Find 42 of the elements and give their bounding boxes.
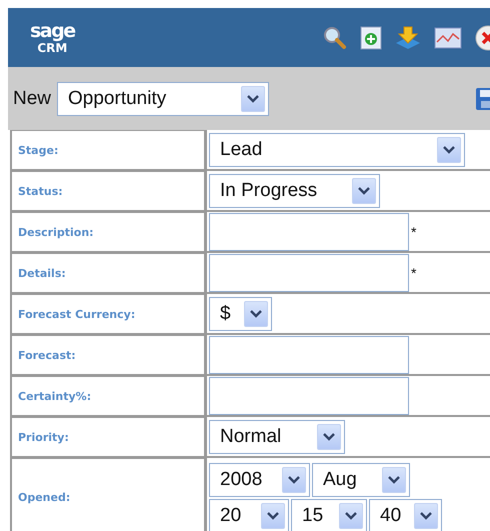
dropdown[interactable]: Lead [209, 132, 465, 166]
text-field[interactable] [209, 212, 409, 250]
chevron-icon [388, 476, 400, 484]
chevron-icon [250, 310, 262, 318]
chevron-icon [420, 512, 432, 520]
dropdown[interactable]: $ [209, 296, 272, 330]
field-label: Stage: [12, 130, 207, 169]
field-label: Details: [12, 253, 207, 292]
download-icon[interactable] [394, 24, 422, 50]
dropdown[interactable]: 40 [369, 499, 442, 531]
field-label: Forecast Currency: [12, 294, 207, 333]
dropdown[interactable]: In Progress [209, 174, 380, 208]
chart-icon[interactable] [434, 26, 462, 48]
field-label: Certainty%: [12, 376, 207, 415]
field-label: Forecast: [12, 335, 207, 374]
chevron-icon [323, 432, 335, 440]
dropdown[interactable]: Normal [209, 420, 345, 454]
dropdown[interactable]: Aug [312, 463, 410, 497]
new-label: New [13, 88, 52, 110]
field-label: Opened: [12, 458, 207, 531]
text-field[interactable] [209, 376, 409, 414]
dropdown[interactable]: 20 [209, 499, 289, 531]
dropdown[interactable]: 15 [291, 499, 367, 531]
text-field[interactable] [209, 254, 409, 292]
chevron-icon [288, 476, 300, 484]
chevron-icon [358, 186, 370, 194]
required-mark: * [411, 264, 416, 280]
chevron-icon [267, 512, 279, 520]
chevron-icon [345, 512, 357, 520]
logo: sage CRM [30, 22, 75, 54]
field-label: Description: [12, 212, 207, 251]
field-label: Status: [12, 171, 207, 210]
save-icon[interactable] [476, 88, 490, 110]
add-page-icon[interactable] [360, 26, 382, 50]
field-label: Priority: [12, 417, 207, 456]
text-field[interactable] [209, 336, 409, 374]
required-mark: * [411, 224, 416, 240]
dropdown[interactable]: 2008 [209, 463, 310, 497]
chevron-icon [247, 94, 260, 102]
search-icon[interactable] [322, 24, 348, 50]
new-type-dropdown[interactable]: Opportunity [57, 82, 270, 116]
chevron-icon [443, 146, 455, 154]
